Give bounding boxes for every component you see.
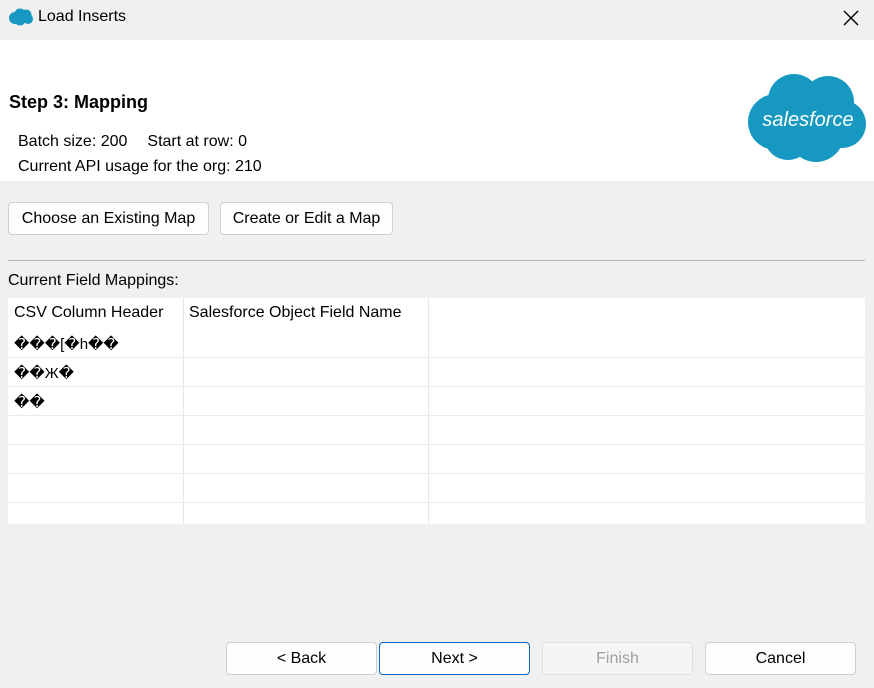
salesforce-cloud-icon [9, 8, 33, 26]
choose-existing-map-button[interactable]: Choose an Existing Map [8, 202, 209, 235]
cancel-button[interactable]: Cancel [705, 642, 856, 675]
column-header-csv[interactable]: CSV Column Header [14, 304, 163, 322]
api-usage-label: Current API usage for the org: 210 [18, 158, 262, 175]
window-title: Load Inserts [38, 8, 127, 25]
step-title: Step 3: Mapping [9, 92, 148, 112]
row-divider [8, 357, 865, 358]
finish-button[interactable]: Finish [542, 642, 693, 675]
header-panel: Step 3: Mapping Batch size: 200 Start at … [0, 40, 874, 181]
column-divider [183, 298, 184, 524]
column-header-sf-field[interactable]: Salesforce Object Field Name [189, 304, 402, 322]
create-edit-map-button[interactable]: Create or Edit a Map [220, 202, 393, 235]
row-divider [8, 473, 865, 474]
table-row[interactable]: �� [14, 393, 45, 411]
mapping-table[interactable]: CSV Column Header Salesforce Object Fiel… [8, 298, 865, 524]
batch-size-label: Batch size: 200 [18, 133, 128, 150]
back-button[interactable]: < Back [226, 642, 377, 675]
batch-info: Batch size: 200 Start at row: 0 [18, 133, 247, 151]
row-divider [8, 386, 865, 387]
table-row[interactable]: ��Ж� [14, 364, 74, 382]
salesforce-logo: salesforce [748, 74, 866, 162]
table-row[interactable]: ���[�h�� [14, 335, 119, 353]
current-mappings-label: Current Field Mappings: [8, 272, 179, 289]
salesforce-logo-text: salesforce [762, 109, 853, 131]
row-divider [8, 415, 865, 416]
row-divider [8, 444, 865, 445]
title-bar: Load Inserts [0, 0, 874, 40]
separator [8, 260, 865, 261]
column-divider [428, 298, 429, 524]
next-button[interactable]: Next > [379, 642, 530, 675]
close-icon [843, 10, 859, 26]
close-button[interactable] [828, 0, 874, 36]
row-divider [8, 502, 865, 503]
start-row-label: Start at row: 0 [147, 133, 247, 150]
